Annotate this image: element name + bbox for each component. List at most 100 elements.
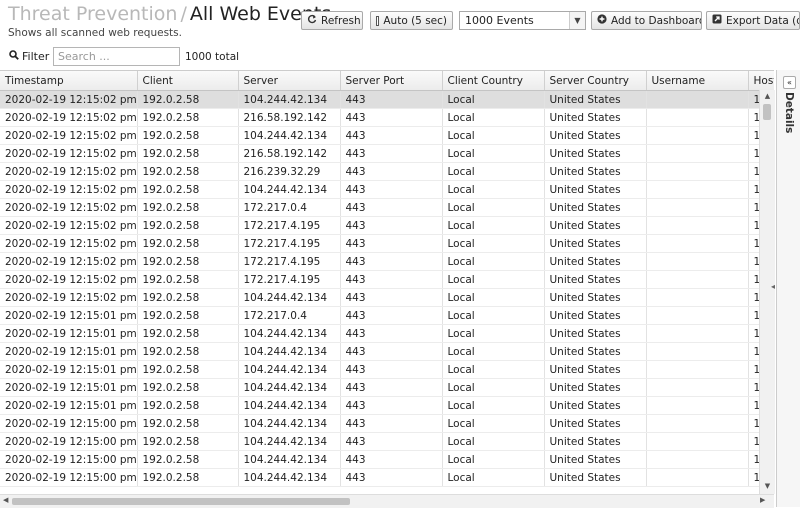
table-cell: 104.244.42.134: [238, 432, 341, 451]
table-cell: United States: [544, 270, 647, 289]
table-cell: 2020-02-19 12:15:02 pm: [0, 90, 138, 109]
table-row[interactable]: 2020-02-19 12:15:02 pm 192.0.2.58 216.58.1…: [0, 108, 774, 127]
table-cell: 172.217.4.195: [238, 216, 341, 235]
column-header[interactable]: Server: [238, 71, 341, 91]
chevron-down-icon[interactable]: ▼: [569, 12, 585, 29]
auto-refresh-checkbox[interactable]: [376, 15, 380, 26]
table-row[interactable]: 2020-02-19 12:15:00 pm 192.0.2.58 104.244.…: [0, 468, 774, 487]
table-cell: 2020-02-19 12:15:00 pm: [0, 414, 138, 433]
refresh-button[interactable]: Refresh: [301, 11, 363, 30]
table-row[interactable]: 2020-02-19 12:15:02 pm 192.0.2.58 172.217.…: [0, 198, 774, 217]
table-row[interactable]: 2020-02-19 12:15:01 pm 192.0.2.58 172.217.…: [0, 306, 774, 325]
table-row[interactable]: 2020-02-19 12:15:01 pm 192.0.2.58 104.244.…: [0, 324, 774, 343]
table-cell: [646, 216, 749, 235]
table-cell: [646, 234, 749, 253]
column-header[interactable]: Client: [137, 71, 239, 91]
table-cell: 104.244.42.134: [238, 378, 341, 397]
table-cell: Local: [442, 90, 545, 109]
table-cell: [646, 108, 749, 127]
table-cell: Local: [442, 144, 545, 163]
search-input[interactable]: [53, 47, 180, 66]
table-cell: [646, 288, 749, 307]
table-cell: 192.0.2.58: [137, 288, 239, 307]
column-header[interactable]: Client Country: [442, 71, 545, 91]
auto-refresh-label: Auto (5 sec): [383, 14, 447, 27]
table-cell: 2020-02-19 12:15:00 pm: [0, 432, 138, 451]
table-cell: 192.0.2.58: [137, 378, 239, 397]
table-row[interactable]: 2020-02-19 12:15:02 pm 192.0.2.58 104.244.…: [0, 180, 774, 199]
table-row[interactable]: 2020-02-19 12:15:00 pm 192.0.2.58 104.244.…: [0, 414, 774, 433]
column-header[interactable]: Timestamp: [0, 71, 138, 91]
column-header[interactable]: Server Port: [340, 71, 443, 91]
table-cell: [646, 306, 749, 325]
table-row[interactable]: 2020-02-19 12:15:01 pm 192.0.2.58 104.244.…: [0, 396, 774, 415]
scroll-left-icon[interactable]: ◀: [3, 496, 8, 504]
table-row[interactable]: 2020-02-19 12:15:01 pm 192.0.2.58 104.244.…: [0, 360, 774, 379]
table-cell: [646, 414, 749, 433]
filter-bar: Filter 1000 total: [0, 45, 800, 68]
column-header[interactable]: Username: [646, 71, 749, 91]
table-cell: United States: [544, 432, 647, 451]
horizontal-scrollbar[interactable]: ◀ ▶: [0, 494, 774, 508]
table-row[interactable]: 2020-02-19 12:15:02 pm 192.0.2.58 172.217.…: [0, 234, 774, 253]
table-cell: [646, 180, 749, 199]
table-cell: 192.0.2.58: [137, 144, 239, 163]
details-panel-label[interactable]: Details: [783, 92, 795, 133]
table-cell: 443: [340, 324, 443, 343]
table-row[interactable]: 2020-02-19 12:15:00 pm 192.0.2.58 104.244.…: [0, 450, 774, 469]
table-cell: [646, 324, 749, 343]
table-row[interactable]: 2020-02-19 12:15:00 pm 192.0.2.58 104.244.…: [0, 432, 774, 451]
vertical-scroll-thumb[interactable]: [763, 104, 771, 120]
table-cell: 104.244.42.134: [238, 396, 341, 415]
table-row[interactable]: 2020-02-19 12:15:02 pm 192.0.2.58 172.217.…: [0, 216, 774, 235]
breadcrumb-parent[interactable]: Threat Prevention: [8, 3, 177, 25]
scroll-down-icon[interactable]: ▼: [760, 482, 775, 492]
table-cell: [646, 342, 749, 361]
vertical-scrollbar[interactable]: ▲ ▼: [759, 90, 775, 494]
horizontal-scroll-thumb[interactable]: [12, 498, 350, 505]
auto-refresh-toggle[interactable]: Auto (5 sec): [370, 11, 453, 30]
table-cell: 2020-02-19 12:15:01 pm: [0, 360, 138, 379]
add-to-dashboard-label: Add to Dashboard: [611, 14, 702, 27]
table-cell: Local: [442, 288, 545, 307]
scroll-up-icon[interactable]: ▲: [760, 92, 775, 102]
events-count-select[interactable]: 1000 Events ▼: [459, 11, 586, 30]
column-header[interactable]: Host: [748, 71, 774, 91]
table-row[interactable]: 2020-02-19 12:15:02 pm 192.0.2.58 172.217.…: [0, 252, 774, 271]
table-cell: 104.244.42.134: [238, 468, 341, 487]
table-row[interactable]: 2020-02-19 12:15:02 pm 192.0.2.58 104.244.…: [0, 90, 774, 109]
panel-splitter-icon[interactable]: ◂: [771, 282, 775, 291]
table-cell: United States: [544, 90, 647, 109]
table-cell: Local: [442, 198, 545, 217]
add-to-dashboard-button[interactable]: Add to Dashboard: [591, 11, 702, 30]
table-cell: 192.0.2.58: [137, 108, 239, 127]
table-row[interactable]: 2020-02-19 12:15:01 pm 192.0.2.58 104.244.…: [0, 342, 774, 361]
table-cell: 192.0.2.58: [137, 216, 239, 235]
column-header[interactable]: Server Country: [544, 71, 647, 91]
events-table: Timestamp Client Server Server Port Client C…: [0, 70, 774, 495]
table-row[interactable]: 2020-02-19 12:15:02 pm 192.0.2.58 172.217.…: [0, 270, 774, 289]
search-icon: [9, 50, 19, 63]
table-cell: Local: [442, 414, 545, 433]
table-cell: Local: [442, 306, 545, 325]
table-row[interactable]: 2020-02-19 12:15:02 pm 192.0.2.58 104.244.…: [0, 126, 774, 145]
chevron-left-double-icon[interactable]: «: [783, 76, 796, 89]
table-cell: 192.0.2.58: [137, 270, 239, 289]
table-cell: 2020-02-19 12:15:02 pm: [0, 198, 138, 217]
filter-label: Filter: [22, 50, 50, 63]
table-cell: 192.0.2.58: [137, 450, 239, 469]
table-row[interactable]: 2020-02-19 12:15:02 pm 192.0.2.58 104.244.…: [0, 288, 774, 307]
table-cell: 104.244.42.134: [238, 360, 341, 379]
table-row[interactable]: 2020-02-19 12:15:01 pm 192.0.2.58 104.244.…: [0, 378, 774, 397]
table-cell: Local: [442, 180, 545, 199]
table-row[interactable]: 2020-02-19 12:15:02 pm 192.0.2.58 216.239.…: [0, 162, 774, 181]
table-cell: [646, 198, 749, 217]
table-cell: 443: [340, 396, 443, 415]
details-panel-collapsed[interactable]: « Details: [776, 70, 800, 507]
table-cell: 192.0.2.58: [137, 468, 239, 487]
table-cell: United States: [544, 144, 647, 163]
export-data-button[interactable]: Export Data (details): [706, 11, 800, 30]
table-row[interactable]: 2020-02-19 12:15:02 pm 192.0.2.58 216.58.1…: [0, 144, 774, 163]
export-data-label: Export Data (details): [726, 14, 799, 27]
scroll-right-icon[interactable]: ▶: [760, 496, 765, 504]
